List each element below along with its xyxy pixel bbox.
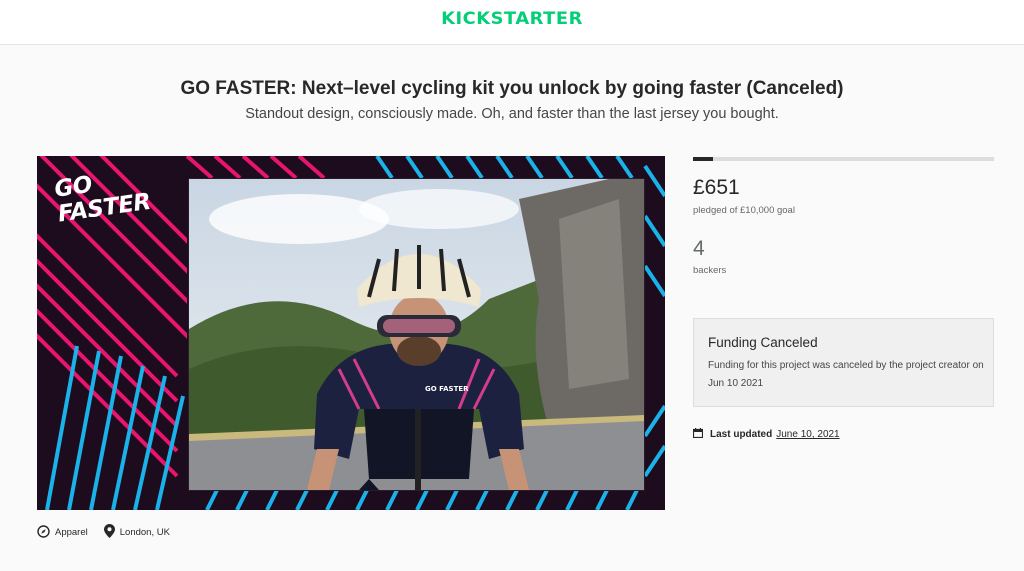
funding-progress-fill xyxy=(693,157,713,161)
compass-icon xyxy=(37,524,55,541)
project-title: GO FASTER: Next–level cycling kit you un… xyxy=(180,78,844,99)
location-link[interactable]: London, UK xyxy=(103,524,170,541)
jersey-logo-text: GO FASTER xyxy=(425,385,469,393)
notice-text: Funding for this project was canceled by… xyxy=(708,360,984,389)
category-link[interactable]: Apparel xyxy=(37,524,88,541)
last-updated: Last updated June 10, 2021 xyxy=(692,428,840,441)
map-pin-icon xyxy=(103,524,120,541)
notice-title: Funding Canceled xyxy=(708,335,818,350)
backers-count: 4 xyxy=(693,237,705,260)
project-blurb: Standout design, consciously made. Oh, a… xyxy=(245,106,779,122)
funding-progress-bar xyxy=(693,157,994,161)
cyclist-photo: GO FASTER xyxy=(188,178,645,491)
calendar-icon xyxy=(692,428,710,441)
top-bar: KICKSTARTER xyxy=(0,0,1024,45)
backers-label: backers xyxy=(693,265,727,276)
project-video[interactable]: GO FASTER GO FASTER xyxy=(37,156,665,510)
location-label: London, UK xyxy=(119,527,170,538)
funding-canceled-notice: Funding Canceled Funding for this projec… xyxy=(693,318,994,407)
pledged-amount: £651 xyxy=(693,176,740,199)
project-meta: Apparel London, UK xyxy=(37,524,186,541)
kickstarter-logo[interactable]: KICKSTARTER xyxy=(0,9,1024,29)
last-updated-label: Last updated xyxy=(710,429,773,440)
last-updated-date-link[interactable]: June 10, 2021 xyxy=(776,429,839,440)
category-label: Apparel xyxy=(55,527,88,538)
pledged-goal-label: pledged of £10,000 goal xyxy=(693,205,795,216)
